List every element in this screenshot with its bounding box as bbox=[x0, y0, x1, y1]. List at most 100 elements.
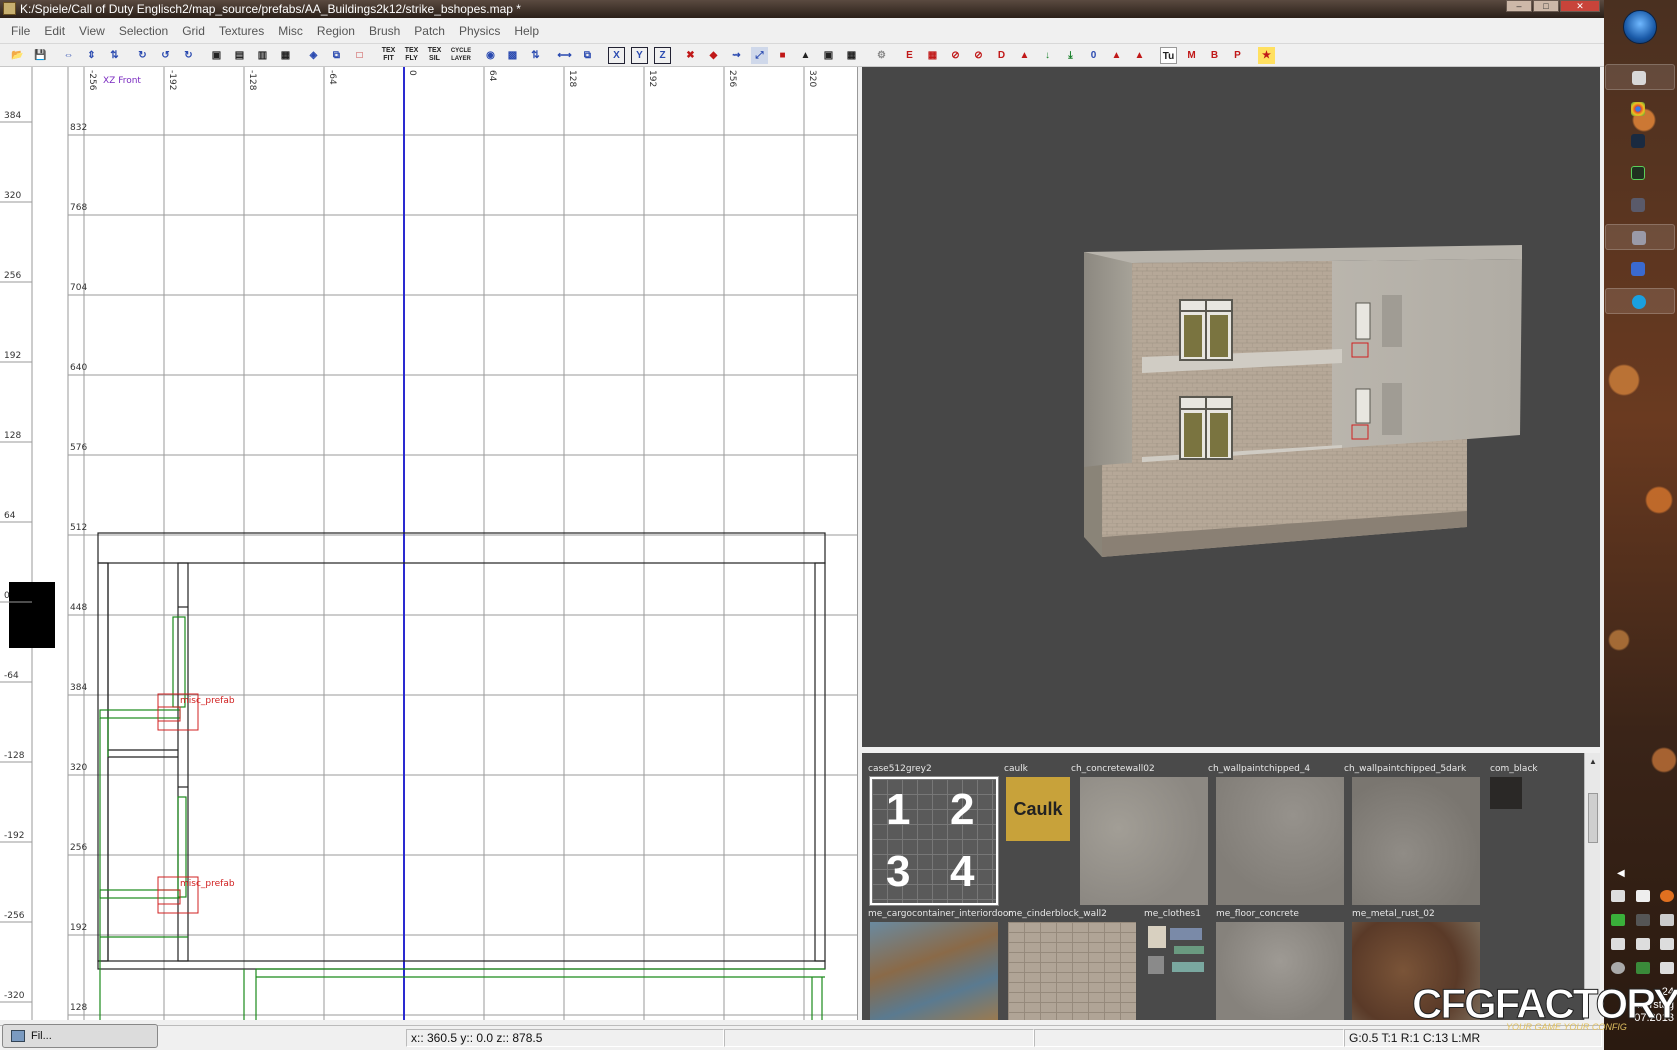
rotate-z-icon[interactable]: ↻ bbox=[180, 47, 197, 64]
m-button[interactable]: M bbox=[1183, 47, 1200, 64]
menu-textures[interactable]: Textures bbox=[212, 22, 271, 41]
menu-edit[interactable]: Edit bbox=[37, 22, 72, 41]
close-button[interactable]: ✕ bbox=[1560, 0, 1600, 12]
network-icon[interactable] bbox=[1611, 938, 1625, 950]
show-names-icon[interactable]: ▦ bbox=[924, 47, 941, 64]
detail-brushes[interactable] bbox=[99, 616, 825, 1020]
menu-misc[interactable]: Misc bbox=[271, 22, 310, 41]
texture-cargocontainer[interactable] bbox=[870, 922, 998, 1020]
cut-icon[interactable]: ◆ bbox=[705, 47, 722, 64]
taskbar-app[interactable] bbox=[1605, 288, 1675, 314]
entity-icon[interactable]: ■ bbox=[774, 47, 791, 64]
start-button[interactable] bbox=[1623, 10, 1657, 44]
texture-caulk[interactable]: Caulk bbox=[1006, 777, 1070, 841]
texture-clothes[interactable] bbox=[1144, 922, 1208, 986]
scale-icon[interactable]: ⟷ bbox=[556, 47, 573, 64]
taskbar-app[interactable] bbox=[1605, 224, 1675, 250]
minimize-button[interactable]: – bbox=[1506, 0, 1532, 12]
plugin-icon[interactable]: ★ bbox=[1258, 47, 1275, 64]
tray-icon[interactable] bbox=[1636, 962, 1650, 974]
tu-button[interactable]: Tu bbox=[1160, 47, 1177, 64]
entity-list-button[interactable]: E bbox=[901, 47, 918, 64]
menu-file[interactable]: File bbox=[4, 22, 37, 41]
taskbar-app[interactable] bbox=[1605, 192, 1675, 218]
select-touching-icon[interactable]: ▤ bbox=[231, 47, 248, 64]
b-button[interactable]: B bbox=[1206, 47, 1223, 64]
tray-icon[interactable] bbox=[1611, 890, 1625, 902]
rotate-x-icon[interactable]: ↻ bbox=[134, 47, 151, 64]
tray-icon[interactable] bbox=[1660, 914, 1674, 926]
axis-y-button[interactable]: Y bbox=[631, 47, 648, 64]
drag-edges-icon[interactable]: ⇝ bbox=[728, 47, 745, 64]
menu-view[interactable]: View bbox=[72, 22, 112, 41]
menu-selection[interactable]: Selection bbox=[112, 22, 175, 41]
change-views-icon[interactable]: ⇅ bbox=[527, 47, 544, 64]
tex-fit-button[interactable]: TEX FIT bbox=[380, 47, 397, 64]
hollow-icon[interactable]: □ bbox=[351, 47, 368, 64]
open-folder-icon[interactable]: 📂 bbox=[9, 47, 26, 64]
maximize-button[interactable]: □ bbox=[1533, 0, 1559, 12]
brush-view-icon[interactable]: ⧉ bbox=[579, 47, 596, 64]
flip-x-icon[interactable]: ⇔ bbox=[60, 47, 77, 64]
building-brushes[interactable] bbox=[97, 532, 826, 970]
battery-icon[interactable] bbox=[1660, 938, 1674, 950]
taskbar-app[interactable] bbox=[1605, 64, 1675, 90]
axis-x-button[interactable]: X bbox=[608, 47, 625, 64]
tray-icon[interactable] bbox=[1636, 914, 1650, 926]
zero-origin-button[interactable]: 0 bbox=[1085, 47, 1102, 64]
menu-help[interactable]: Help bbox=[507, 22, 546, 41]
csg-subtract-icon[interactable]: ◈ bbox=[305, 47, 322, 64]
tex-fly-button[interactable]: TEX FLY bbox=[403, 47, 420, 64]
tray-icon[interactable] bbox=[1636, 890, 1650, 902]
clipper-icon[interactable]: ✖ bbox=[682, 47, 699, 64]
menu-region[interactable]: Region bbox=[310, 22, 362, 41]
tray-expand-icon[interactable]: ◀ bbox=[1617, 868, 1625, 879]
select-inside-icon[interactable]: ▦ bbox=[277, 47, 294, 64]
grid-canvas[interactable]: XZ Front -256 -192 -128 -64 0 64 128 192… bbox=[0, 67, 858, 1020]
tray-icon[interactable] bbox=[1660, 890, 1674, 902]
camera-icon[interactable]: ◉ bbox=[482, 47, 499, 64]
tray-icon[interactable] bbox=[1660, 962, 1674, 974]
csg-merge-icon[interactable]: ⧉ bbox=[328, 47, 345, 64]
drop-down-icon[interactable]: ↓ bbox=[1039, 47, 1056, 64]
lock-icon[interactable]: ▲ bbox=[797, 47, 814, 64]
texture-com-black[interactable] bbox=[1490, 777, 1522, 809]
scroll-thumb[interactable] bbox=[1588, 793, 1598, 843]
tex-sil-button[interactable]: TEX SIL bbox=[426, 47, 443, 64]
scroll-up-icon[interactable]: ▲ bbox=[1589, 757, 1597, 766]
cycle-layer-button[interactable]: CYCLE LAYER bbox=[450, 47, 472, 64]
texture-wallpaintchipped-5dark[interactable] bbox=[1352, 777, 1480, 905]
texture-view-icon[interactable]: ▩ bbox=[504, 47, 521, 64]
menu-physics[interactable]: Physics bbox=[452, 22, 507, 41]
menu-patch[interactable]: Patch bbox=[407, 22, 452, 41]
texture-cinderblock[interactable] bbox=[1008, 922, 1136, 1020]
flip-z-icon[interactable]: ⇅ bbox=[106, 47, 123, 64]
camera-3d-view[interactable] bbox=[862, 67, 1600, 747]
volume-icon[interactable] bbox=[1636, 938, 1650, 950]
select-partial-icon[interactable]: ▥ bbox=[254, 47, 271, 64]
taskbar-app[interactable] bbox=[1605, 160, 1675, 186]
tray-icon[interactable] bbox=[1611, 962, 1625, 974]
drag-vertices-icon[interactable]: ⤢ bbox=[751, 47, 768, 64]
node-icon[interactable]: ▲ bbox=[1131, 47, 1148, 64]
no-detail-icon[interactable]: ⊘ bbox=[947, 47, 964, 64]
detail-button[interactable]: D bbox=[993, 47, 1010, 64]
minimized-window-tab[interactable]: Fil... bbox=[2, 1024, 158, 1048]
texture-concretewall[interactable] bbox=[1080, 777, 1208, 905]
texture-floor-concrete[interactable] bbox=[1216, 922, 1344, 1020]
tray-icon[interactable] bbox=[1611, 914, 1625, 926]
select-complete-icon[interactable]: ▣ bbox=[208, 47, 225, 64]
texture-wallpaintchipped-4[interactable] bbox=[1216, 777, 1344, 905]
texture-case512grey2[interactable]: 1 2 3 4 bbox=[869, 776, 999, 906]
xz-front-view[interactable]: XZ Front -256 -192 -128 -64 0 64 128 192… bbox=[0, 67, 858, 1020]
menu-grid[interactable]: Grid bbox=[175, 22, 212, 41]
patch-icon[interactable]: ▦ bbox=[843, 47, 860, 64]
p-button[interactable]: P bbox=[1229, 47, 1246, 64]
taskbar-app[interactable] bbox=[1605, 256, 1675, 282]
drop-floor-icon[interactable]: ⤓ bbox=[1062, 47, 1079, 64]
flip-y-icon[interactable]: ⇕ bbox=[83, 47, 100, 64]
region-icon[interactable]: ▣ bbox=[820, 47, 837, 64]
menu-brush[interactable]: Brush bbox=[362, 22, 407, 41]
models-icon[interactable]: ▲ bbox=[1016, 47, 1033, 64]
taskbar-app[interactable] bbox=[1605, 128, 1675, 154]
